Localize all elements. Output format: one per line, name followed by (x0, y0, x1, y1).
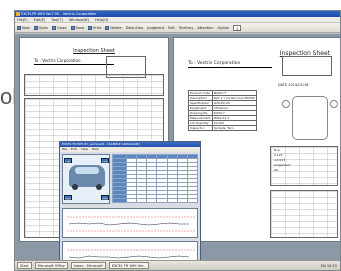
side-caption-text: ol (0, 84, 14, 109)
taskbar-item[interactable]: Microsoft Office (34, 262, 68, 269)
chart-menu-view[interactable]: View (81, 147, 88, 152)
desktop: EXCELFR WHI Ver7.00 - Vectris Corporatio… (14, 10, 341, 271)
save-icon (70, 25, 75, 30)
app-title: EXCELFR WHI Ver7.00 - Vectris Corporatio… (21, 12, 97, 16)
sheet-right-to: To : Vectris Corporation (188, 61, 272, 68)
date-line: DATE 2014/01/16 (278, 83, 309, 87)
start-button[interactable]: Start (17, 262, 32, 269)
measure-callout[interactable]: 1.00 (101, 158, 109, 164)
wheel-icon (96, 184, 102, 190)
menu-help[interactable]: Help(H) (95, 17, 108, 22)
approval-box (282, 56, 332, 76)
car-window-icon (75, 167, 99, 174)
print-icon (88, 25, 93, 30)
judgment-button[interactable]: Judgment (147, 26, 164, 30)
chart-menu-help[interactable]: Help (92, 147, 99, 152)
menu-tool[interactable]: Tool(T) (51, 17, 63, 22)
measurement-data-table (112, 154, 199, 203)
menu-edit[interactable]: Edit(E) (34, 17, 46, 22)
measure-callout[interactable]: 0.84 (64, 195, 72, 201)
chart-window-menu: File Edit View Help (60, 147, 200, 152)
measure-callout[interactable]: 0.84 (101, 195, 109, 201)
option-button[interactable]: Option (218, 26, 230, 30)
menu-window[interactable]: Window(W) (69, 17, 89, 22)
car-top-diagram (292, 96, 328, 140)
delete-icon (105, 25, 110, 30)
app-icon (16, 12, 20, 16)
chart-menu-edit[interactable]: Edit (71, 147, 77, 152)
workspace: Inspection Sheet To : Vectris Corporatio… (15, 34, 340, 270)
menu-file[interactable]: File(F) (17, 17, 28, 22)
sheet-left-title: Inspection Sheet (73, 48, 115, 54)
notes-grid (270, 190, 338, 238)
wheel-icon (72, 184, 78, 190)
data-area-button[interactable]: Data Area (126, 26, 144, 30)
taskbar-item[interactable]: EXCEL FR WHI Ver... (108, 262, 150, 269)
system-tray: EN 10:15 (320, 263, 337, 268)
sheet-left-to: To : Vectris Corporation (34, 58, 114, 65)
measurement-chart-window[interactable]: EXCEL FR WHI ZC_sample01 - [SAMPLE LANGU… (59, 141, 201, 270)
car-measure-panel: 1.01 1.00 0.84 0.84 (62, 154, 110, 204)
wheel-diagram (282, 100, 290, 108)
territory-button[interactable]: Territory (179, 26, 194, 30)
print-button[interactable]: Print (88, 25, 101, 30)
trend-plot-upper[interactable] (62, 208, 198, 238)
new-button[interactable]: New (17, 25, 30, 30)
taskbar: Start Microsoft Office Inbox - Microsoft… (15, 260, 340, 270)
wheel-diagram (330, 100, 338, 108)
close-button[interactable]: Close (52, 25, 67, 30)
attention-button[interactable]: Attention (197, 26, 213, 30)
product-info-table: Product Code M000-?? Description Part 1 Y … (188, 90, 257, 131)
result-labels: N.G. 0.123 +0.013 Judgement OK (274, 148, 291, 172)
toolbar: New Open Close Save Print Delete Data Ar… (15, 23, 340, 33)
edit-button[interactable]: Edit (168, 26, 175, 30)
measure-callout[interactable]: 1.01 (64, 158, 72, 164)
table-row (112, 198, 199, 203)
header-grid (24, 74, 164, 96)
chart-menu-file[interactable]: File (62, 147, 67, 152)
open-icon (33, 25, 38, 30)
open-button[interactable]: Open (33, 25, 48, 30)
page-select[interactable]: 2 (233, 24, 242, 31)
save-button[interactable]: Save (70, 25, 84, 30)
trend-line-chart (67, 216, 195, 232)
delete-button[interactable]: Delete (105, 25, 122, 30)
taskbar-item[interactable]: Inbox - Microsoft (70, 262, 106, 269)
new-icon (17, 25, 21, 30)
close-icon (52, 25, 56, 30)
